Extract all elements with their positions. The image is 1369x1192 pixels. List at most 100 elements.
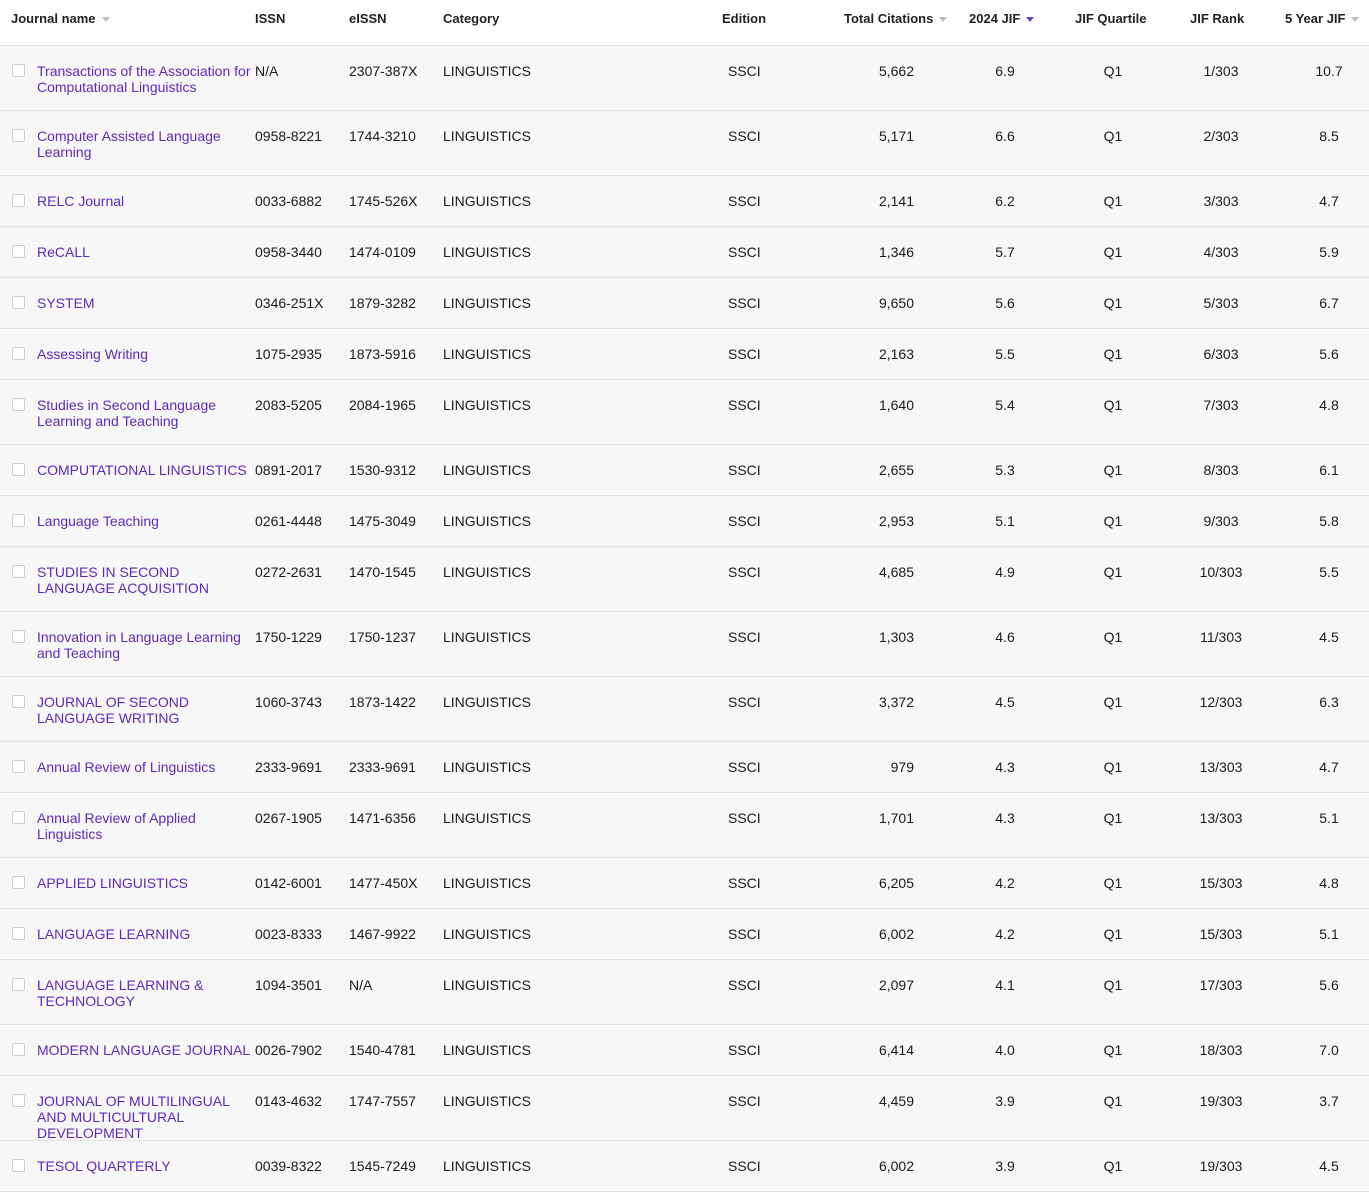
- edition-cell: SSCI: [728, 1093, 761, 1109]
- issn-cell: 0033-6882: [255, 193, 322, 209]
- jif-rank-cell: 10/303: [1199, 564, 1243, 580]
- journal-name-link[interactable]: Language Teaching: [37, 513, 251, 529]
- row-select-checkbox[interactable]: [12, 695, 25, 708]
- five-year-jif-cell: 4.7: [1319, 193, 1339, 209]
- journal-name-link[interactable]: Assessing Writing: [37, 346, 251, 362]
- journal-name-link[interactable]: JOURNAL OF SECOND LANGUAGE WRITING: [37, 694, 251, 726]
- row-select-checkbox[interactable]: [12, 630, 25, 643]
- row-select-checkbox[interactable]: [12, 1094, 25, 1107]
- column-header-eissn: eISSN: [349, 11, 387, 26]
- jif-cell: 5.5: [995, 346, 1015, 362]
- journal-name-link[interactable]: Annual Review of Applied Linguistics: [37, 810, 251, 842]
- jif-cell: 3.9: [995, 1093, 1015, 1109]
- row-select-checkbox[interactable]: [12, 463, 25, 476]
- total-citations-cell: 1,303: [878, 629, 914, 645]
- row-select-checkbox[interactable]: [12, 64, 25, 77]
- issn-cell: 0267-1905: [255, 810, 322, 826]
- jif-quartile-cell: Q1: [1103, 977, 1123, 993]
- row-select-checkbox[interactable]: [12, 1043, 25, 1056]
- column-header-total-citations[interactable]: Total Citations: [844, 11, 948, 26]
- edition-cell: SSCI: [728, 926, 761, 942]
- five-year-jif-cell: 5.1: [1319, 810, 1339, 826]
- row-select-checkbox[interactable]: [12, 245, 25, 258]
- row-select-checkbox[interactable]: [12, 760, 25, 773]
- journal-name-link[interactable]: JOURNAL OF MULTILINGUAL AND MULTICULTURA…: [37, 1093, 251, 1141]
- total-citations-cell: 3,372: [878, 694, 914, 710]
- sort-descending-icon[interactable]: [1026, 16, 1035, 22]
- edition-cell: SSCI: [728, 629, 761, 645]
- jif-quartile-cell: Q1: [1103, 875, 1123, 891]
- row-select-checkbox[interactable]: [12, 514, 25, 527]
- category-cell: LINGUISTICS: [443, 759, 531, 775]
- jif-cell: 4.3: [995, 810, 1015, 826]
- table-row: Computer Assisted Language Learning 0958-…: [0, 111, 1369, 176]
- edition-cell: SSCI: [728, 875, 761, 891]
- sort-icon[interactable]: [1351, 16, 1360, 22]
- jif-quartile-cell: Q1: [1103, 759, 1123, 775]
- eissn-cell: N/A: [349, 977, 373, 993]
- five-year-jif-cell: 8.5: [1319, 128, 1339, 144]
- row-select-checkbox[interactable]: [12, 347, 25, 360]
- row-select-checkbox[interactable]: [12, 565, 25, 578]
- table-row: APPLIED LINGUISTICS 0142-6001 1477-450X LIN…: [0, 858, 1369, 909]
- row-select-checkbox[interactable]: [12, 129, 25, 142]
- table-row: TESOL QUARTERLY 0039-8322 1545-7249 LINGUIS…: [0, 1141, 1369, 1192]
- column-header-2024-jif[interactable]: 2024 JIF: [969, 11, 1035, 26]
- issn-cell: 1750-1229: [255, 629, 322, 645]
- eissn-cell: 1470-1545: [349, 564, 416, 580]
- journal-name-link[interactable]: MODERN LANGUAGE JOURNAL: [37, 1042, 251, 1058]
- journal-name-link[interactable]: COMPUTATIONAL LINGUISTICS: [37, 462, 251, 478]
- row-select-checkbox[interactable]: [12, 927, 25, 940]
- column-header-5-year-jif[interactable]: 5 Year JIF: [1285, 11, 1360, 26]
- eissn-cell: 1475-3049: [349, 513, 416, 529]
- five-year-jif-cell: 10.7: [1315, 63, 1343, 79]
- table-row: LANGUAGE LEARNING 0023-8333 1467-9922 LINGU…: [0, 909, 1369, 960]
- journal-name-link[interactable]: APPLIED LINGUISTICS: [37, 875, 251, 891]
- journal-name-link[interactable]: ReCALL: [37, 244, 251, 260]
- journal-name-link[interactable]: Innovation in Language Learning and Teac…: [37, 629, 251, 661]
- journal-name-link[interactable]: Annual Review of Linguistics: [37, 759, 251, 775]
- jif-quartile-cell: Q1: [1103, 346, 1123, 362]
- five-year-jif-cell: 5.8: [1319, 513, 1339, 529]
- issn-cell: 0891-2017: [255, 462, 322, 478]
- jif-quartile-cell: Q1: [1103, 63, 1123, 79]
- five-year-jif-cell: 4.7: [1319, 759, 1339, 775]
- row-select-checkbox[interactable]: [12, 876, 25, 889]
- category-cell: LINGUISTICS: [443, 244, 531, 260]
- journal-name-link[interactable]: Transactions of the Association for Comp…: [37, 63, 251, 95]
- row-select-checkbox[interactable]: [12, 1159, 25, 1172]
- issn-cell: 0142-6001: [255, 875, 322, 891]
- sort-icon[interactable]: [939, 16, 948, 22]
- journal-name-link[interactable]: TESOL QUARTERLY: [37, 1158, 251, 1174]
- eissn-cell: 1467-9922: [349, 926, 416, 942]
- jif-quartile-cell: Q1: [1103, 193, 1123, 209]
- column-header-label: Total Citations: [844, 11, 934, 26]
- table-row: Transactions of the Association for Comp…: [0, 46, 1369, 111]
- jif-quartile-cell: Q1: [1103, 244, 1123, 260]
- category-cell: LINGUISTICS: [443, 63, 531, 79]
- row-select-checkbox[interactable]: [12, 398, 25, 411]
- column-header-journal-name[interactable]: Journal name: [11, 11, 110, 26]
- journal-name-link[interactable]: LANGUAGE LEARNING & TECHNOLOGY: [37, 977, 251, 1009]
- journal-name-link[interactable]: LANGUAGE LEARNING: [37, 926, 251, 942]
- journal-name-link[interactable]: Studies in Second Language Learning and …: [37, 397, 251, 429]
- issn-cell: 0143-4632: [255, 1093, 322, 1109]
- edition-cell: SSCI: [728, 759, 761, 775]
- journal-name-link[interactable]: SYSTEM: [37, 295, 251, 311]
- row-select-checkbox[interactable]: [12, 811, 25, 824]
- edition-cell: SSCI: [728, 1042, 761, 1058]
- row-select-checkbox[interactable]: [12, 296, 25, 309]
- jif-rank-cell: 9/303: [1203, 513, 1239, 529]
- jif-rank-cell: 2/303: [1203, 128, 1239, 144]
- edition-cell: SSCI: [728, 346, 761, 362]
- jif-quartile-cell: Q1: [1103, 397, 1123, 413]
- column-header-jif-quartile: JIF Quartile: [1075, 11, 1147, 26]
- row-select-checkbox[interactable]: [12, 194, 25, 207]
- sort-icon[interactable]: [101, 16, 110, 22]
- five-year-jif-cell: 7.0: [1319, 1042, 1339, 1058]
- journal-name-link[interactable]: STUDIES IN SECOND LANGUAGE ACQUISITION: [37, 564, 251, 596]
- eissn-cell: 1744-3210: [349, 128, 416, 144]
- row-select-checkbox[interactable]: [12, 978, 25, 991]
- journal-name-link[interactable]: RELC Journal: [37, 193, 251, 209]
- journal-name-link[interactable]: Computer Assisted Language Learning: [37, 128, 251, 160]
